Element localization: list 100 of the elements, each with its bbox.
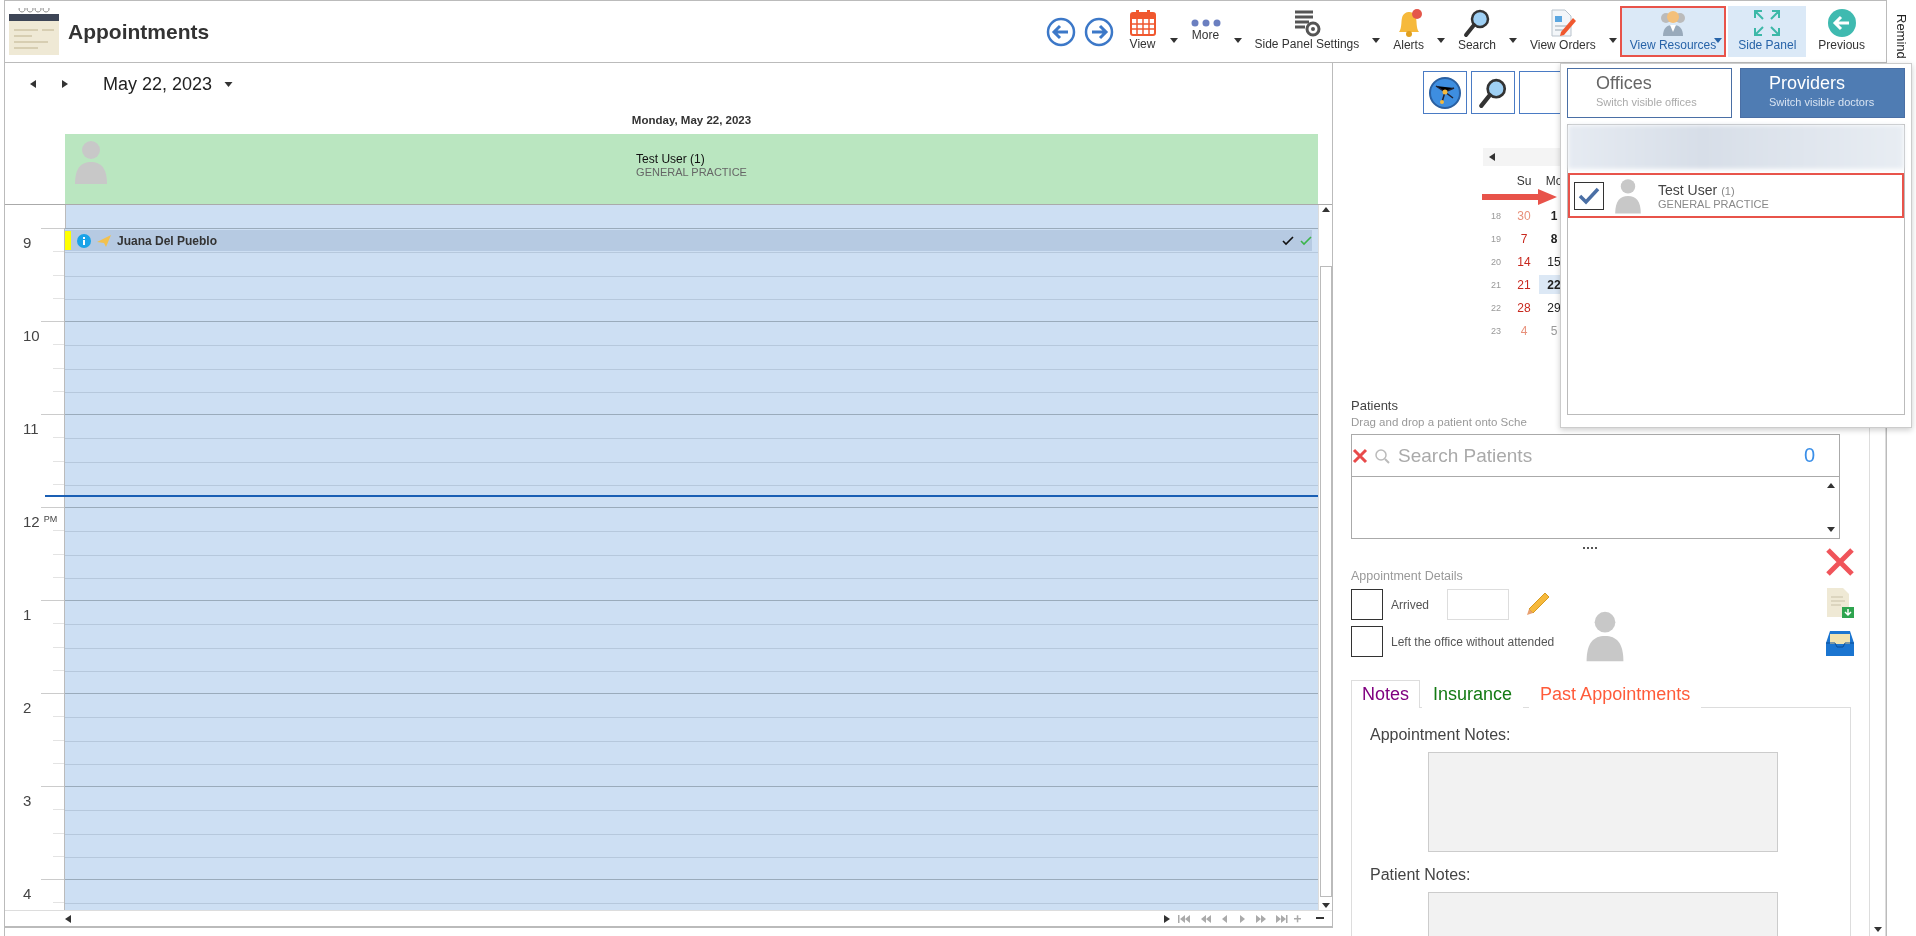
calendar-day[interactable]: 7 — [1509, 229, 1539, 248]
tab[interactable]: Notes — [1351, 680, 1421, 708]
right-arrow-icon — [62, 80, 68, 88]
calendar-day[interactable]: 21 — [1509, 275, 1539, 294]
checkbox[interactable] — [1574, 181, 1604, 210]
down-arrow-icon[interactable] — [1321, 903, 1330, 908]
left-arrow-icon — [30, 80, 36, 88]
field-label: Appointment Notes: — [1370, 726, 1512, 744]
splitter-handle[interactable] — [1583, 547, 1597, 549]
resource-name: Test User (1) — [636, 152, 706, 166]
weekday-label: Su — [1515, 174, 1533, 188]
field-label: Patient Notes: — [1370, 866, 1472, 884]
search-icon — [1478, 76, 1508, 109]
up-arrow-icon[interactable] — [1827, 483, 1835, 488]
left-arrow-icon — [65, 914, 71, 923]
patients-title: Patients — [1351, 398, 1399, 413]
dropdown-caret-icon[interactable] — [1169, 38, 1178, 43]
check-icon — [1282, 235, 1294, 246]
date-picker[interactable]: May 22, 2023 — [103, 73, 234, 95]
hour-label: 11 — [23, 420, 39, 437]
hour-label: 2 — [23, 699, 32, 716]
horizontal-scrollbar[interactable] — [5, 910, 1332, 926]
calendar-day[interactable]: 14 — [1509, 252, 1539, 271]
dropdown-caret-icon[interactable] — [1608, 38, 1617, 43]
globe-button[interactable] — [1423, 71, 1467, 114]
left-arrow-icon — [1489, 153, 1495, 161]
search-icon — [1462, 8, 1491, 38]
minus-icon[interactable] — [1316, 917, 1324, 920]
info-icon — [77, 233, 91, 248]
document-download-icon — [1825, 587, 1855, 619]
patient-count: 0 — [1803, 444, 1815, 467]
toolbar-button[interactable]: Previous — [1808, 6, 1875, 57]
search-button[interactable] — [1471, 71, 1515, 114]
expand-icon — [1752, 8, 1783, 38]
dropdown-caret-icon[interactable] — [1233, 38, 1242, 43]
week-number: 20 — [1490, 255, 1502, 269]
caret-icon — [224, 81, 234, 87]
dropdown-caret-icon[interactable] — [1436, 38, 1445, 43]
inbox-tray-icon — [1825, 629, 1855, 657]
provider-count: (1) — [1721, 184, 1735, 197]
provider-row[interactable]: Test User (1) GENERAL PRACTICE — [1568, 173, 1904, 218]
vertical-scrollbar[interactable] — [1318, 205, 1332, 910]
toolbar-button[interactable]: More — [1180, 16, 1231, 47]
up-arrow-icon[interactable] — [1321, 207, 1330, 212]
toolbar-button[interactable]: Side Panel Settings — [1244, 7, 1370, 56]
export-button[interactable] — [1825, 587, 1855, 619]
dropdown-caret-icon[interactable] — [1372, 38, 1381, 43]
paper-plane-icon — [97, 234, 111, 247]
week-number: 18 — [1490, 209, 1502, 223]
checkbox[interactable] — [1351, 626, 1383, 657]
week-number: 21 — [1490, 278, 1502, 292]
status-marker — [65, 231, 71, 251]
provider-specialty: GENERAL PRACTICE — [1658, 197, 1769, 210]
patients-hint: Drag and drop a patient onto Sche — [1351, 416, 1528, 428]
hour-label: 9 — [23, 234, 32, 251]
contact-button[interactable] — [1519, 71, 1563, 114]
day-header: Monday, May 22, 2023 — [631, 113, 752, 126]
document-pencil-icon — [1548, 8, 1577, 38]
delete-button[interactable] — [1825, 547, 1855, 577]
appointment[interactable]: Juana Del Pueblo — [65, 230, 1312, 252]
toolbar-button[interactable]: Side Panel — [1728, 6, 1807, 57]
globe-icon — [1428, 75, 1462, 110]
checkbox-label: Arrived — [1391, 597, 1429, 612]
checkbox-label: Left the office without attended — [1391, 634, 1555, 649]
doctor-icon — [1658, 8, 1688, 38]
search-icon — [1374, 447, 1390, 464]
clear-icon[interactable] — [1352, 447, 1368, 464]
page-title: Appointments — [68, 19, 210, 44]
calendar-icon — [1128, 9, 1157, 37]
calendar-notes-icon — [8, 7, 60, 56]
check-icon — [1300, 235, 1312, 246]
toolbar-button[interactable]: Alerts — [1383, 6, 1434, 57]
resource-specialty: GENERAL PRACTICE — [636, 166, 747, 178]
patient-name: Juana Del Pueblo — [117, 233, 218, 248]
week-number: 19 — [1490, 232, 1502, 246]
down-arrow-icon[interactable] — [1873, 927, 1882, 932]
hour-label: 4 — [23, 885, 32, 902]
close-icon — [1825, 547, 1855, 577]
section-title: Appointment Details — [1351, 569, 1464, 583]
week-number: 22 — [1490, 301, 1502, 315]
week-number: 23 — [1490, 324, 1502, 338]
notes-field[interactable] — [1428, 752, 1778, 852]
toolbar-button[interactable]: View Orders — [1519, 6, 1606, 57]
toolbar-button[interactable]: Search — [1447, 6, 1506, 57]
archive-button[interactable] — [1825, 629, 1855, 657]
toolbar-button[interactable]: View Resources — [1619, 6, 1727, 57]
hour-label: 1 — [23, 606, 32, 623]
provider-name: Test User — [1658, 181, 1718, 198]
down-arrow-icon[interactable] — [1827, 527, 1835, 532]
arrival-time-field[interactable] — [1447, 589, 1509, 620]
hour-label: 10 — [23, 327, 40, 344]
list-gear-icon — [1292, 9, 1321, 37]
dropdown-caret-icon[interactable] — [1508, 38, 1517, 43]
checkbox[interactable] — [1351, 589, 1383, 620]
hour-label: 3 — [23, 792, 32, 809]
toolbar-button[interactable]: View — [1118, 7, 1167, 56]
resource-tab[interactable]: Offices Switch visible offices — [1567, 68, 1732, 118]
remind-tab[interactable]: Remind — [1894, 14, 1909, 59]
calendar-day[interactable]: 28 — [1509, 298, 1539, 317]
resource-tab[interactable]: Providers Switch visible doctors — [1740, 68, 1905, 118]
